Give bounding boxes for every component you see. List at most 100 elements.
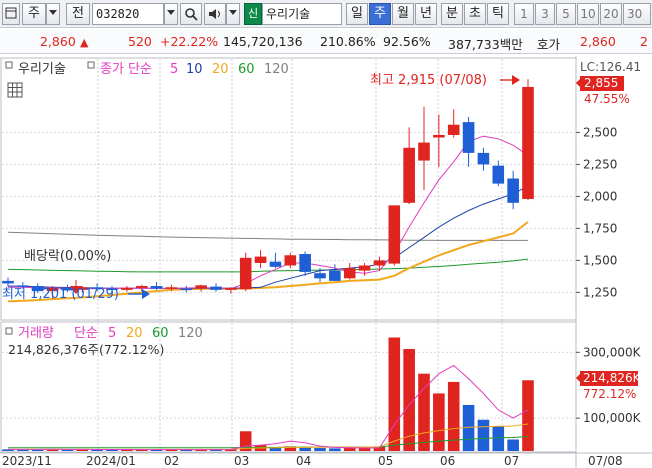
date-tick-label: 02 bbox=[164, 454, 179, 468]
volume-bar bbox=[418, 373, 430, 451]
speaker-dropdown-icon[interactable] bbox=[226, 3, 240, 25]
credit-badge: 신 bbox=[244, 3, 262, 25]
current-price: 2,860 bbox=[40, 34, 76, 49]
low-annotation: 최저 1,201 (01/29) bbox=[2, 287, 119, 302]
period-tick-button[interactable]: 틱 bbox=[487, 3, 509, 25]
period-second-button[interactable]: 초 bbox=[464, 3, 486, 25]
speaker-icon[interactable] bbox=[204, 3, 226, 25]
stock-chart[interactable]: 2,500 2,250 2,000 1,750 1,500 1,250 300,000K 1… bbox=[0, 56, 652, 468]
volume-tick-label: 300,000K bbox=[583, 345, 642, 359]
toolbar: 주 전 032820 신 우리기술 일 주 월 년 분 초 틱 1 3 5 10… bbox=[0, 0, 652, 28]
period-week-button[interactable]: 주 bbox=[369, 3, 391, 25]
lc-label: LC:126.41 bbox=[580, 60, 641, 74]
candle-body bbox=[358, 265, 371, 271]
volume-ma5-label: 5 bbox=[108, 326, 116, 341]
candle-body bbox=[314, 273, 326, 279]
volume-bar bbox=[492, 426, 505, 451]
trade-value: 387,733백만 bbox=[448, 37, 523, 52]
volume-ma20-label: 20 bbox=[126, 326, 143, 341]
ma20-label: 20 bbox=[212, 62, 229, 77]
volume-total: 214,826,376주(772.12%) bbox=[8, 342, 164, 357]
stock-name-field[interactable]: 우리기술 bbox=[262, 3, 342, 25]
change-percent: +22.22% bbox=[160, 34, 219, 49]
candle-body bbox=[254, 256, 267, 263]
price-tick-label: 2,000 bbox=[583, 189, 617, 203]
price-tick-label: 1,750 bbox=[583, 221, 617, 235]
price-tick-label: 2,250 bbox=[583, 157, 617, 171]
interval-20-button[interactable]: 20 bbox=[600, 3, 622, 25]
date-tick-label: 2024/01 bbox=[86, 454, 136, 468]
volume-ma-type-label: 단순 bbox=[74, 326, 98, 341]
prev-button[interactable]: 전 bbox=[66, 3, 90, 25]
volume-ma60-label: 60 bbox=[152, 326, 169, 341]
legend-stock-name: 우리기술 bbox=[18, 62, 66, 77]
code-dropdown-icon[interactable] bbox=[164, 3, 178, 25]
volume-bar bbox=[477, 419, 490, 451]
interval-5-button[interactable]: 5 bbox=[556, 3, 576, 25]
volume-bar bbox=[314, 448, 326, 451]
ma120-label: 120 bbox=[264, 62, 289, 77]
ask-change: 2 bbox=[640, 34, 648, 49]
candle-body bbox=[180, 288, 193, 291]
period-day-button[interactable]: 일 bbox=[346, 3, 368, 25]
candle-body bbox=[121, 287, 133, 290]
interval-30-button[interactable]: 30 bbox=[623, 3, 651, 25]
period-month-button[interactable]: 월 bbox=[392, 3, 414, 25]
interval-10-button[interactable]: 10 bbox=[577, 3, 599, 25]
date-tick-label: 07 bbox=[504, 454, 519, 468]
price-change: 520 bbox=[128, 34, 152, 49]
period-minute-button[interactable]: 분 bbox=[441, 3, 463, 25]
ask-price: 2,860 bbox=[580, 34, 616, 49]
date-tick-label: 06 bbox=[440, 454, 455, 468]
volume-ratio: 210.86% bbox=[320, 34, 376, 49]
market-label: 주 bbox=[28, 6, 40, 21]
candle-body bbox=[165, 287, 178, 289]
candle-body bbox=[135, 286, 148, 288]
candle-body bbox=[225, 287, 237, 290]
volume-bar bbox=[329, 448, 341, 451]
current-volume-tag: 214,826K 772.12% bbox=[576, 371, 642, 401]
volume-bar bbox=[343, 448, 356, 451]
candle-body bbox=[388, 205, 401, 264]
date-tick-label: 03 bbox=[234, 454, 249, 468]
search-icon[interactable] bbox=[180, 3, 202, 25]
period-year-button[interactable]: 년 bbox=[415, 3, 437, 25]
candle-body bbox=[522, 86, 534, 199]
candle-body bbox=[418, 142, 430, 161]
volume-tag-percent: 772.12% bbox=[583, 387, 636, 401]
market-select[interactable]: 주 bbox=[22, 3, 46, 25]
volume-label: 거래량 bbox=[18, 326, 54, 341]
date-tick-label: 05 bbox=[378, 454, 393, 468]
grid-toggle-icon[interactable] bbox=[7, 82, 23, 98]
high-annotation: 최고 2,915 (07/08) bbox=[370, 73, 487, 88]
trade-strength: 92.56% bbox=[383, 34, 431, 49]
candle-body bbox=[477, 152, 490, 165]
date-tick-label: 07/08 bbox=[588, 454, 623, 468]
market-dropdown-icon[interactable] bbox=[46, 3, 60, 25]
volume-bar bbox=[522, 380, 534, 451]
candle-body bbox=[507, 178, 519, 203]
date-tick-label: 2023/11 bbox=[2, 454, 52, 468]
price-tick-label: 1,250 bbox=[583, 285, 617, 299]
ma-type-label: 종가 단순 bbox=[100, 62, 152, 77]
volume-bar bbox=[388, 337, 401, 451]
candle-body bbox=[343, 268, 356, 279]
quote-bar: 2,860 ▲ 520 +22.22% 145,720,136 210.86% … bbox=[0, 30, 652, 54]
interval-1-button[interactable]: 1 bbox=[514, 3, 534, 25]
candle-body bbox=[2, 280, 14, 284]
up-triangle-icon: ▲ bbox=[80, 36, 89, 49]
stock-code-input[interactable]: 032820 bbox=[92, 3, 164, 25]
candle-body bbox=[299, 254, 311, 272]
interval-3-button[interactable]: 3 bbox=[535, 3, 555, 25]
candle-body bbox=[150, 286, 163, 289]
window-icon[interactable] bbox=[2, 3, 20, 25]
current-price-tag: 2,855 47.55% bbox=[576, 76, 630, 106]
candle-body bbox=[433, 134, 445, 138]
trade-volume: 145,720,136 bbox=[223, 34, 303, 49]
candle-body bbox=[462, 122, 475, 153]
ask-label: 호가 bbox=[537, 37, 561, 52]
candle-body bbox=[239, 257, 252, 290]
candle-body bbox=[329, 270, 341, 281]
price-tag-percent: 47.55% bbox=[584, 92, 630, 106]
volume-bar bbox=[433, 393, 445, 451]
